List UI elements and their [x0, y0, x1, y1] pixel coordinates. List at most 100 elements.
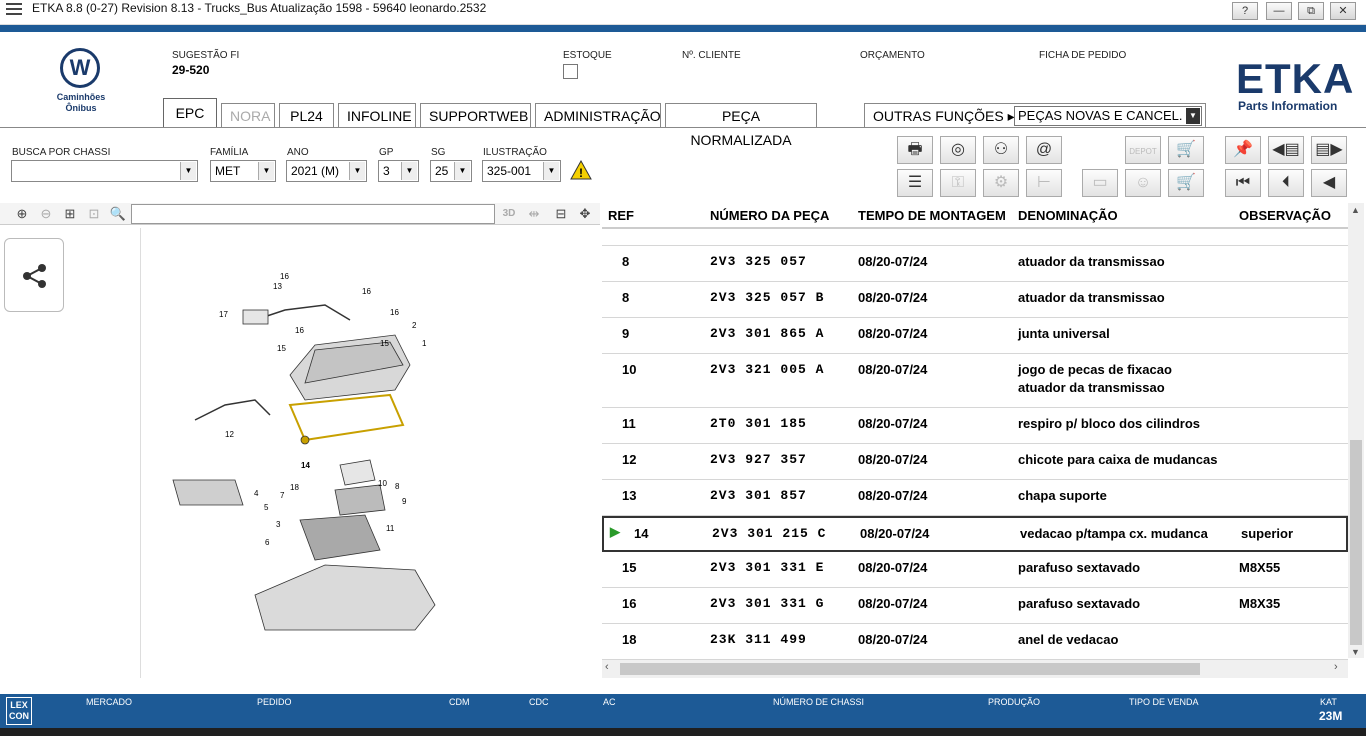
- callout[interactable]: 15: [380, 339, 389, 348]
- zoom-area-icon[interactable]: ⊡: [84, 205, 104, 223]
- col-ref[interactable]: REF: [608, 208, 634, 223]
- table-row[interactable]: 15 2V3 301 331 E 08/20-07/24 parafuso sexta…: [602, 552, 1348, 588]
- back-arrow-icon[interactable]: ◀: [1311, 169, 1347, 197]
- illustration-search-input[interactable]: [131, 204, 495, 224]
- callout[interactable]: 16: [390, 308, 399, 317]
- list-icon[interactable]: ☰: [897, 169, 933, 197]
- print-icon[interactable]: 🖶: [897, 136, 933, 164]
- callout[interactable]: 17: [219, 310, 228, 319]
- callout[interactable]: 5: [264, 503, 268, 512]
- callout[interactable]: 10: [378, 479, 387, 488]
- table-row[interactable]: 18 23K 311 499 08/20-07/24 anel de vedacao: [602, 624, 1348, 660]
- callout[interactable]: 16: [295, 326, 304, 335]
- col-tempo[interactable]: TEMPO DE MONTAGEM: [858, 208, 1006, 223]
- app-menu-icon[interactable]: [6, 3, 22, 15]
- sg-select[interactable]: 25 ▼: [430, 160, 472, 182]
- scroll-left-icon[interactable]: ‹: [605, 661, 609, 673]
- callout[interactable]: 8: [395, 482, 399, 491]
- table-row[interactable]: 8 2V3 325 057 B 08/20-07/24 atuador da tran…: [602, 282, 1348, 318]
- callout[interactable]: 14: [301, 461, 310, 470]
- email-icon[interactable]: @: [1026, 136, 1062, 164]
- cell-numero: 2V3 321 005 A: [710, 362, 825, 377]
- table-row[interactable]: 9 2V3 301 865 A 08/20-07/24 junta universal: [602, 318, 1348, 354]
- disc-icon[interactable]: ◎: [940, 136, 976, 164]
- tab-infoline[interactable]: INFOLINE: [338, 103, 416, 127]
- callout[interactable]: 16: [280, 272, 289, 281]
- tab-supportweb[interactable]: SUPPORTWEB: [420, 103, 531, 127]
- col-numero[interactable]: NÚMERO DA PEÇA: [710, 208, 829, 223]
- cart-icon[interactable]: 🛒: [1168, 136, 1204, 164]
- zoom-out-icon[interactable]: ⊖: [36, 205, 56, 223]
- callout[interactable]: 9: [402, 497, 406, 506]
- chassi-search-select[interactable]: ▼: [11, 160, 198, 182]
- cell-denominacao: respiro p/ bloco dos cilindros: [1018, 416, 1201, 431]
- table-row[interactable]: 12 2V3 927 357 08/20-07/24 chicote para cai…: [602, 444, 1348, 480]
- callout[interactable]: 6: [265, 538, 269, 547]
- callout[interactable]: 11: [386, 524, 394, 533]
- previous-page-icon[interactable]: ⏴: [1268, 169, 1304, 197]
- tab-administracao[interactable]: ADMINISTRAÇÃO: [535, 103, 661, 127]
- 3d-icon[interactable]: 3D: [499, 205, 519, 223]
- close-button[interactable]: ✕: [1330, 2, 1356, 20]
- horizontal-scroll-thumb[interactable]: [620, 663, 1200, 675]
- restore-button[interactable]: ⧉: [1298, 2, 1324, 20]
- table-row[interactable]: ▶ 14 2V3 301 215 C 08/20-07/24 vedacao p/tam…: [602, 516, 1348, 552]
- table-row[interactable]: 16 2V3 301 331 G 08/20-07/24 parafuso sexta…: [602, 588, 1348, 624]
- table-row[interactable]: 10 2V3 321 005 A 08/20-07/24 jogo de pecas …: [602, 354, 1348, 408]
- callout[interactable]: 12: [225, 430, 234, 439]
- col-denominacao[interactable]: DENOMINAÇÃO: [1018, 208, 1118, 223]
- key-icon[interactable]: ⚿: [940, 169, 976, 197]
- tab-peca-normalizada[interactable]: PEÇA NORMALIZADA: [665, 103, 817, 148]
- user-icon[interactable]: ☺: [1125, 169, 1161, 197]
- callout[interactable]: 4: [254, 489, 258, 498]
- ano-select[interactable]: 2021 (M) ▼: [286, 160, 367, 182]
- range-icon[interactable]: ⊢: [1026, 169, 1062, 197]
- page-forward-icon[interactable]: ▤▶: [1311, 136, 1347, 164]
- tool-icon[interactable]: ⚙: [983, 169, 1019, 197]
- table-row[interactable]: 11 2T0 301 185 08/20-07/24 respiro p/ bloco…: [602, 408, 1348, 444]
- device-icon[interactable]: ▭: [1082, 169, 1118, 197]
- outras-funcoes-select[interactable]: PEÇAS NOVAS E CANCEL. ▼: [1014, 106, 1202, 126]
- resize-icon[interactable]: ✥: [575, 205, 595, 223]
- callout[interactable]: 16: [362, 287, 371, 296]
- help-button[interactable]: ?: [1232, 2, 1258, 20]
- shopping-cart-icon[interactable]: 🛒: [1168, 169, 1204, 197]
- familia-select[interactable]: MET ▼: [210, 160, 276, 182]
- depot-button[interactable]: DEPOT: [1125, 136, 1161, 164]
- cell-ref: 11: [622, 416, 636, 431]
- pin-icon[interactable]: 📌: [1225, 136, 1261, 164]
- scroll-down-icon[interactable]: ▼: [1351, 647, 1360, 657]
- tab-epc[interactable]: EPC: [163, 98, 217, 128]
- tab-pl24[interactable]: PL24: [279, 103, 334, 127]
- callout[interactable]: 15: [277, 344, 286, 353]
- scroll-up-icon[interactable]: ▲: [1351, 205, 1360, 215]
- zoom-in-icon[interactable]: ⊕: [12, 205, 32, 223]
- vertical-scroll-thumb[interactable]: [1350, 440, 1362, 645]
- callout[interactable]: 2: [412, 321, 416, 330]
- handshake-icon[interactable]: ⚇: [983, 136, 1019, 164]
- table-row[interactable]: 13 2V3 301 857 08/20-07/24 chapa suporte: [602, 480, 1348, 516]
- callout[interactable]: 13: [273, 282, 282, 291]
- split-view-icon[interactable]: ⇹: [524, 205, 544, 223]
- estoque-checkbox[interactable]: [563, 64, 578, 79]
- callout[interactable]: 3: [276, 520, 280, 529]
- callout[interactable]: 1: [422, 339, 426, 348]
- callout[interactable]: 7: [280, 491, 284, 500]
- first-page-icon[interactable]: ⏮: [1225, 169, 1261, 197]
- col-observacao[interactable]: OBSERVAÇÃO: [1239, 208, 1331, 223]
- scroll-right-icon[interactable]: ›: [1334, 661, 1338, 673]
- ilustracao-select[interactable]: 325-001 ▼: [482, 160, 561, 182]
- tab-nora[interactable]: NORA: [221, 103, 275, 127]
- share-button[interactable]: [4, 238, 64, 312]
- zoom-fit-icon[interactable]: ⊞: [60, 205, 80, 223]
- gp-select[interactable]: 3 ▼: [378, 160, 419, 182]
- layout-icon[interactable]: ⊟: [551, 205, 571, 223]
- table-row[interactable]: 8 2V3 325 057 08/20-07/24 atuador da transm…: [602, 246, 1348, 282]
- cell-ref: 13: [622, 488, 637, 503]
- warning-icon[interactable]: !: [570, 159, 592, 185]
- page-back-icon[interactable]: ◀▤: [1268, 136, 1304, 164]
- minimize-button[interactable]: —: [1266, 2, 1292, 20]
- share-icon: [23, 264, 46, 288]
- callout[interactable]: 18: [290, 483, 299, 492]
- search-icon[interactable]: 🔍: [108, 205, 128, 223]
